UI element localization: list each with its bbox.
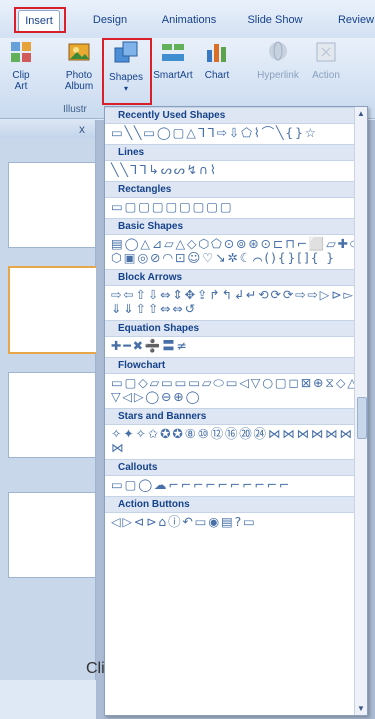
section-lines: Lines ╲╲ᒣᒣ↳ᔕᔕ↯∩⌇ (105, 144, 367, 181)
section-rectangles: Rectangles ▭▢▢▢▢▢▢▢▢ (105, 181, 367, 218)
smartart-button[interactable]: SmartArt (152, 40, 194, 81)
ribbon-tab-bar: Insert Design Animations Slide Show Revi… (0, 0, 375, 39)
scroll-down-icon[interactable]: ▼ (357, 704, 365, 713)
section-title: Lines (105, 144, 367, 161)
shape-grid[interactable]: ◁▷⊲⊳⌂ⓘ↶▭◉▤?▭ (105, 513, 367, 533)
slide-thumbnail[interactable] (8, 162, 96, 248)
section-flowchart: Flowchart ▭▢◇▱▭▭▭▱⬭▭◁▽○▢◻⊠⊕⧖◇△▽◁▷◯⊖⊕◯ (105, 357, 367, 408)
slide-thumbnail[interactable] (8, 372, 96, 458)
shape-grid[interactable]: ▭▢◯☁⌐⌐⌐⌐⌐⌐⌐⌐⌐⌐ (105, 476, 367, 496)
action-button[interactable]: Action (306, 40, 346, 81)
shape-grid[interactable]: ✚━✖➗〓≠ (105, 337, 367, 357)
section-stars-banners: Stars and Banners ✧✦✧✩✪✪⑧⑩⑫⑯⑳㉔⋈⋈⋈⋈⋈⋈⋈ (105, 408, 367, 459)
chart-button[interactable]: Chart (200, 40, 234, 81)
section-block-arrows: Block Arrows ⇨⇦⇧⇩⇔⇕✥⇪↱↰↲↵⟲⟳⟳⇨⇨▷⊳▻⇓⇓⇧⇧⇔⇔↺ (105, 269, 367, 320)
shape-grid[interactable]: ╲╲ᒣᒣ↳ᔕᔕ↯∩⌇ (105, 161, 367, 181)
section-callouts: Callouts ▭▢◯☁⌐⌐⌐⌐⌐⌐⌐⌐⌐⌐ (105, 459, 367, 496)
chart-icon (200, 40, 234, 67)
illustrations-group-label: Illustr (63, 104, 87, 115)
scroll-thumb[interactable] (357, 397, 367, 439)
action-icon (306, 40, 346, 67)
photo-album-icon (60, 40, 98, 67)
tab-animations[interactable]: Animations (156, 10, 222, 30)
action-label: Action (312, 70, 340, 81)
shape-grid[interactable]: ▭╲╲▭◯▢△ᒣᒣ⇨⇩⬠⌇⌒╲{}☆ (105, 124, 367, 144)
smartart-label: SmartArt (153, 70, 193, 81)
clip-art-icon (4, 40, 38, 67)
section-title: Stars and Banners (105, 408, 367, 425)
section-title: Block Arrows (105, 269, 367, 286)
photo-album-label: Photo Album (64, 70, 94, 92)
tab-design[interactable]: Design (90, 10, 130, 30)
close-icon[interactable]: x (79, 122, 85, 136)
clip-art-button[interactable]: Clip Art (4, 40, 38, 92)
hyperlink-icon (254, 40, 302, 67)
section-title: Basic Shapes (105, 218, 367, 235)
slide-text-fragment: Cli (86, 660, 105, 677)
chart-label: Chart (204, 70, 230, 81)
clip-art-label: Clip Art (12, 70, 30, 92)
shape-grid[interactable]: ▭▢◇▱▭▭▭▱⬭▭◁▽○▢◻⊠⊕⧖◇△▽◁▷◯⊖⊕◯ (105, 374, 367, 408)
shape-grid[interactable]: ▤◯△⊿▱△◇⬡⬠⊙⊚⊛⊙⊏⊓⌐⬜▱✚⬭⬡▣◎⊘◠⊡☺♡↘✲☾⌒(){}[]{ … (105, 235, 367, 269)
photo-album-button[interactable]: Photo Album (60, 40, 98, 92)
hyperlink-button[interactable]: Hyperlink (254, 40, 302, 81)
section-equation-shapes: Equation Shapes ✚━✖➗〓≠ (105, 320, 367, 357)
tab-review[interactable]: Review (334, 10, 375, 30)
tab-slide-show[interactable]: Slide Show (244, 10, 306, 30)
scroll-up-icon[interactable]: ▲ (357, 109, 365, 118)
section-title: Equation Shapes (105, 320, 367, 337)
shape-grid[interactable]: ▭▢▢▢▢▢▢▢▢ (105, 198, 367, 218)
section-basic-shapes: Basic Shapes ▤◯△⊿▱△◇⬡⬠⊙⊚⊛⊙⊏⊓⌐⬜▱✚⬭⬡▣◎⊘◠⊡☺… (105, 218, 367, 269)
shape-grid[interactable]: ✧✦✧✩✪✪⑧⑩⑫⑯⑳㉔⋈⋈⋈⋈⋈⋈⋈ (105, 425, 367, 459)
hyperlink-label: Hyperlink (257, 70, 299, 81)
insert-tab-highlight (14, 7, 66, 33)
section-title: Action Buttons (105, 496, 367, 513)
section-recently-used: Recently Used Shapes ▭╲╲▭◯▢△ᒣᒣ⇨⇩⬠⌇⌒╲{}☆ (105, 107, 367, 144)
section-title: Recently Used Shapes (105, 107, 367, 124)
gallery-scrollbar[interactable]: ▲ ▼ (354, 107, 367, 715)
section-action-buttons: Action Buttons ◁▷⊲⊳⌂ⓘ↶▭◉▤?▭ (105, 496, 367, 533)
section-title: Flowchart (105, 357, 367, 374)
shape-grid[interactable]: ⇨⇦⇧⇩⇔⇕✥⇪↱↰↲↵⟲⟳⟳⇨⇨▷⊳▻⇓⇓⇧⇧⇔⇔↺ (105, 286, 367, 320)
slide-thumbnail-selected[interactable] (8, 266, 98, 354)
section-title: Callouts (105, 459, 367, 476)
section-title: Rectangles (105, 181, 367, 198)
slide-thumbnail[interactable] (8, 492, 96, 578)
slides-panel: x (0, 120, 98, 680)
shapes-button-highlight (102, 38, 152, 105)
shapes-gallery[interactable]: Recently Used Shapes ▭╲╲▭◯▢△ᒣᒣ⇨⇩⬠⌇⌒╲{}☆ … (104, 106, 368, 716)
smartart-icon (152, 40, 194, 67)
